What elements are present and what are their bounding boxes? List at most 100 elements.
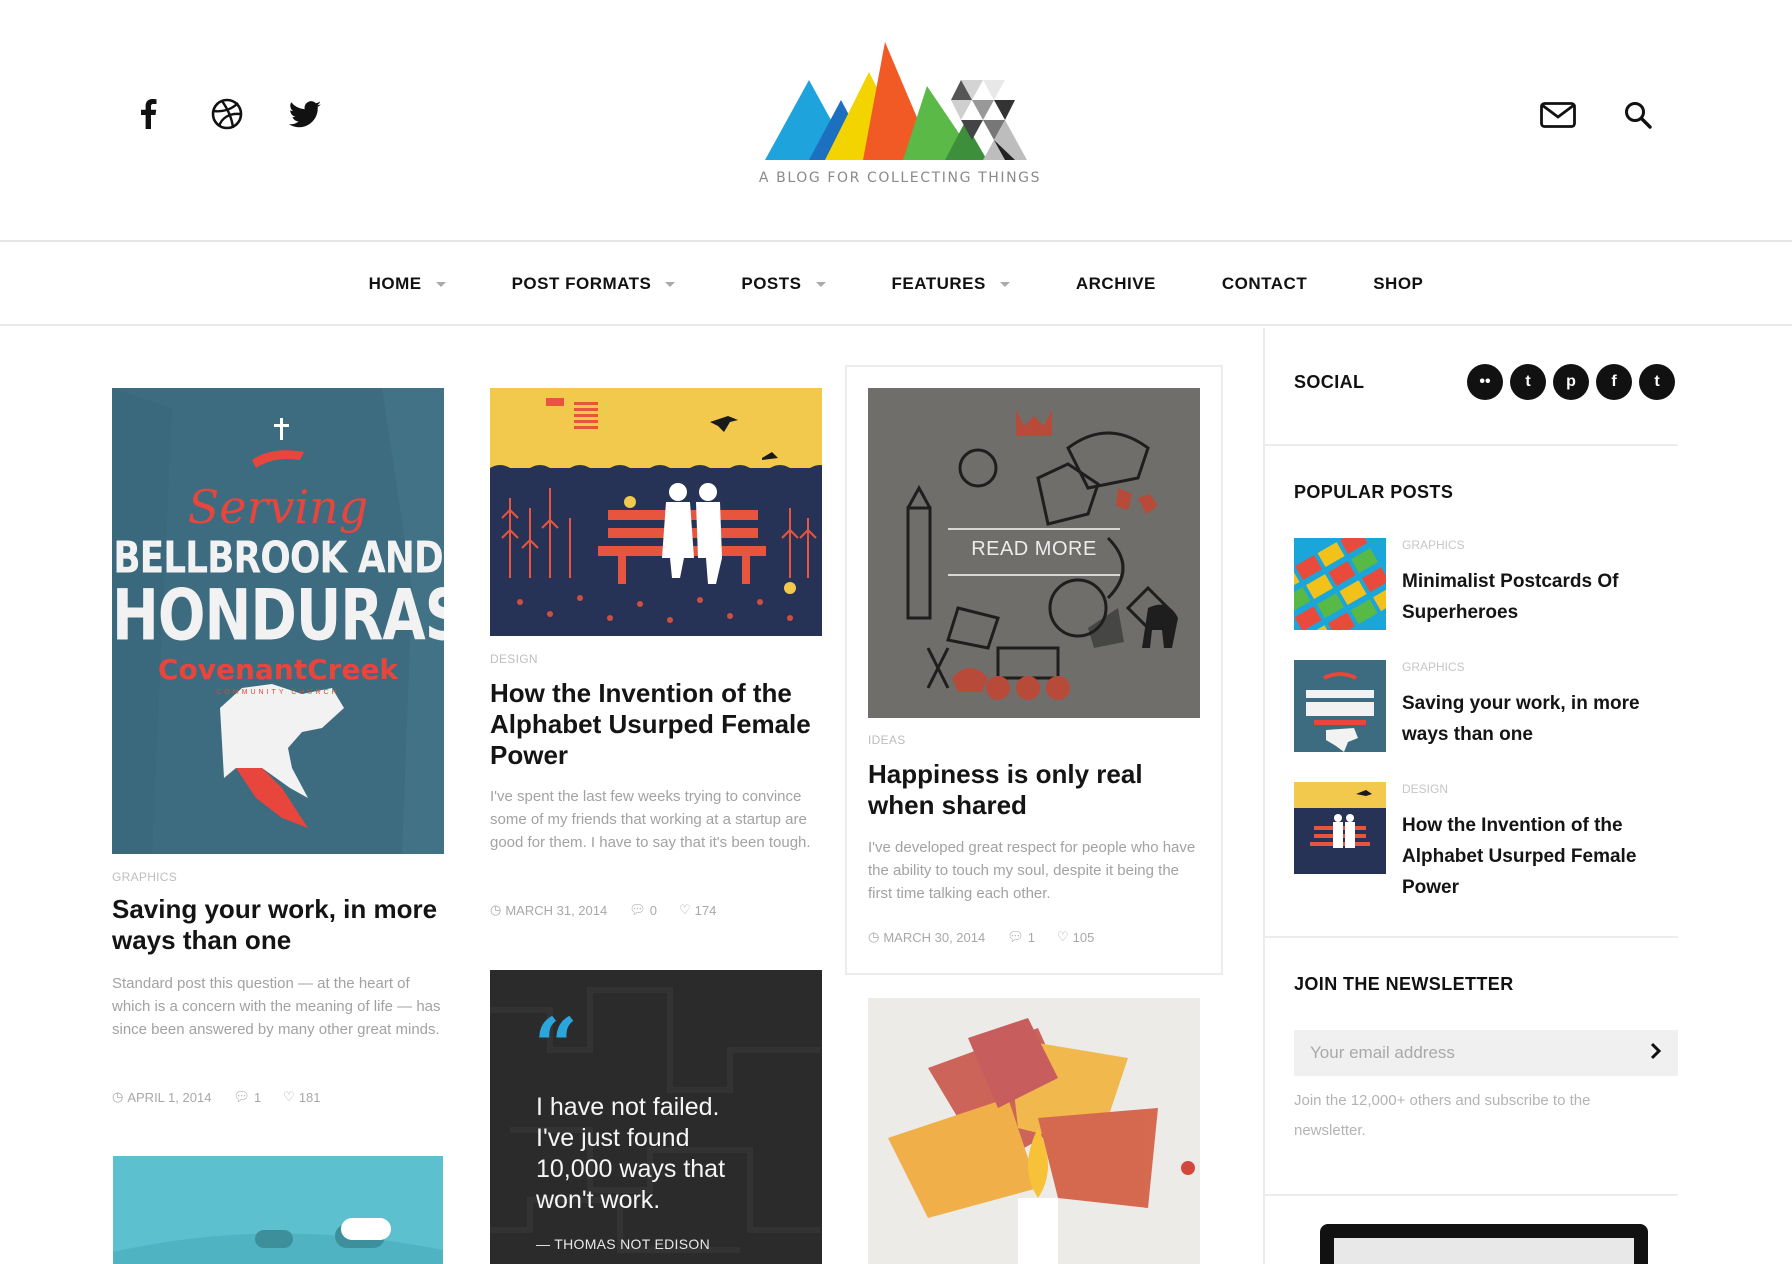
twitter-icon[interactable]: t [1639,364,1675,400]
header-actions [1540,98,1656,132]
facebook-icon[interactable] [133,98,165,130]
comment-icon: 💬︎ [233,1089,250,1104]
header-social-links [133,98,321,130]
post-date: ◷ MARCH 31, 2014 [490,902,607,918]
teal-illustration [113,1156,443,1264]
popular-post-category[interactable]: GRAPHICS [1402,660,1465,674]
flickr-icon[interactable]: •• [1467,364,1503,400]
popular-post-thumbnail[interactable] [1294,538,1386,630]
post-thumbnail-bench[interactable] [490,388,822,636]
clock-icon: ◷ [868,929,880,944]
post-excerpt: I've spent the last few weeks trying to … [490,788,811,851]
popular-post-category[interactable]: DESIGN [1402,782,1448,796]
newsletter-description: Join the 12,000+ others and subscribe to… [1294,1092,1591,1139]
nav-item-home[interactable]: HOME [336,274,479,294]
post-category[interactable]: GRAPHICS [112,870,177,884]
popular-post-item[interactable]: GRAPHICS Minimalist Postcards Of Superhe… [1294,538,1674,633]
tshirt-script-text: Serving [187,480,369,534]
popular-post-title[interactable]: How the Invention of the Alphabet Usurpe… [1402,810,1672,903]
popular-post-category[interactable]: GRAPHICS [1402,538,1465,552]
chevron-down-icon [999,281,1010,287]
tablet-ad-image[interactable] [1320,1224,1648,1264]
popular-post-thumbnail[interactable] [1294,782,1386,874]
quote-card[interactable]: “ I have not failed. I've just found 10,… [490,970,822,1264]
nav-item-archive[interactable]: ARCHIVE [1043,274,1189,294]
heart-icon: ♡ [283,1089,295,1104]
post-date-text: APRIL 1, 2014 [127,1089,212,1105]
comment-count: 1 [253,1089,262,1105]
tumblr-icon[interactable]: t [1510,364,1546,400]
quote-mark-icon: “ [534,1001,578,1090]
site-logo[interactable]: A BLOG FOR COLLECTING THINGS [755,42,1045,192]
dribbble-icon[interactable] [211,98,243,130]
nav-item-contact[interactable]: CONTACT [1189,274,1340,294]
logo-mountains-graphic [765,42,1027,160]
post-title[interactable]: Saving your work, in more ways than one [112,894,452,956]
post-likes[interactable]: ♡ 105 [1057,929,1094,945]
post-likes[interactable]: ♡ 181 [283,1089,320,1105]
post-likes[interactable]: ♡ 174 [679,902,716,918]
post-title[interactable]: Happiness is only real when shared [868,759,1188,821]
search-icon[interactable] [1620,98,1656,132]
popular-post-title[interactable]: Saving your work, in more ways than one [1402,688,1672,750]
nav-item-posts[interactable]: POSTS [708,274,858,294]
post-thumbnail-flower[interactable] [868,998,1200,1264]
post-comments[interactable]: 💬︎ 1 [233,1089,261,1105]
post-comments[interactable]: 💬︎ 0 [629,902,657,918]
chevron-down-icon [665,281,676,287]
sidebar-separator [1265,1194,1678,1196]
pinterest-icon[interactable]: p [1553,364,1589,400]
sidebar-divider [1263,328,1265,1264]
post-thumbnail-doodles[interactable]: READ MORE [868,388,1200,718]
popular-post-item[interactable]: GRAPHICS Saving your work, in more ways … [1294,660,1674,755]
nav-label: POST FORMATS [511,274,652,293]
newsletter-email-input[interactable]: Your email address [1294,1030,1678,1076]
nav-item-shop[interactable]: SHOP [1340,274,1456,294]
post-date: ◷ APRIL 1, 2014 [112,1089,211,1105]
read-more-overlay[interactable]: READ MORE [868,538,1200,561]
nav-label: HOME [368,274,422,293]
quote-line: I have not failed. [536,1093,720,1121]
main-navigation: HOME POST FORMATS POSTS FEATURES ARCHIVE… [0,244,1792,326]
facebook-icon[interactable]: f [1596,364,1632,400]
post-date-text: MARCH 30, 2014 [883,929,986,945]
post-date: ◷ MARCH 30, 2014 [868,929,985,945]
popular-post-item[interactable]: DESIGN How the Invention of the Alphabet… [1294,782,1674,912]
twitter-icon[interactable] [289,98,321,130]
tshirt-text-line3: CovenantCreek [157,653,399,686]
post-title[interactable]: How the Invention of the Alphabet Usurpe… [490,678,830,771]
popular-post-thumbnail[interactable] [1294,660,1386,752]
post-category[interactable]: IDEAS [868,733,906,747]
overlay-rule-top [948,528,1120,530]
quote-author: — THOMAS NOT EDISON [536,1236,710,1252]
post-thumbnail-teal[interactable] [113,1156,443,1264]
site-header: A BLOG FOR COLLECTING THINGS [0,0,1792,242]
sidebar-separator [1265,936,1678,938]
comment-icon: 💬︎ [629,902,646,917]
comment-count: 0 [649,902,657,918]
email-placeholder: Your email address [1310,1043,1455,1062]
post-category[interactable]: DESIGN [490,652,538,666]
post-excerpt: Standard post this question — at the hea… [112,975,441,1038]
sidebar-heading-popular: POPULAR POSTS [1294,482,1454,502]
bench-thumbnail [1294,782,1386,874]
quote-line: I've just found [536,1124,690,1152]
nav-label: SHOP [1373,274,1424,293]
nav-item-post-formats[interactable]: POST FORMATS [479,274,709,294]
tshirt-text-line4: COMMUNITY CHURCH [216,689,340,696]
chevron-right-icon[interactable] [1650,1042,1662,1065]
mail-icon[interactable] [1540,98,1576,132]
sidebar-heading-newsletter: JOIN THE NEWSLETTER [1294,974,1514,994]
nav-item-features[interactable]: FEATURES [859,274,1043,294]
sidebar-separator [1265,444,1678,446]
like-count: 181 [298,1089,321,1105]
nav-label: FEATURES [891,274,986,293]
quote-text: I have not failed. I've just found 10,00… [536,1092,806,1216]
quote-line: 10,000 ways that [536,1155,726,1183]
clock-icon: ◷ [112,1089,124,1104]
nav-label: CONTACT [1221,274,1308,293]
sidebar-heading-social: SOCIAL [1294,372,1365,392]
post-thumbnail-tshirt[interactable]: Serving BELLBROOK AND HONDURAS CovenantC… [112,388,444,854]
post-comments[interactable]: 💬︎ 1 [1007,929,1035,945]
popular-post-title[interactable]: Minimalist Postcards Of Superheroes [1402,566,1672,628]
